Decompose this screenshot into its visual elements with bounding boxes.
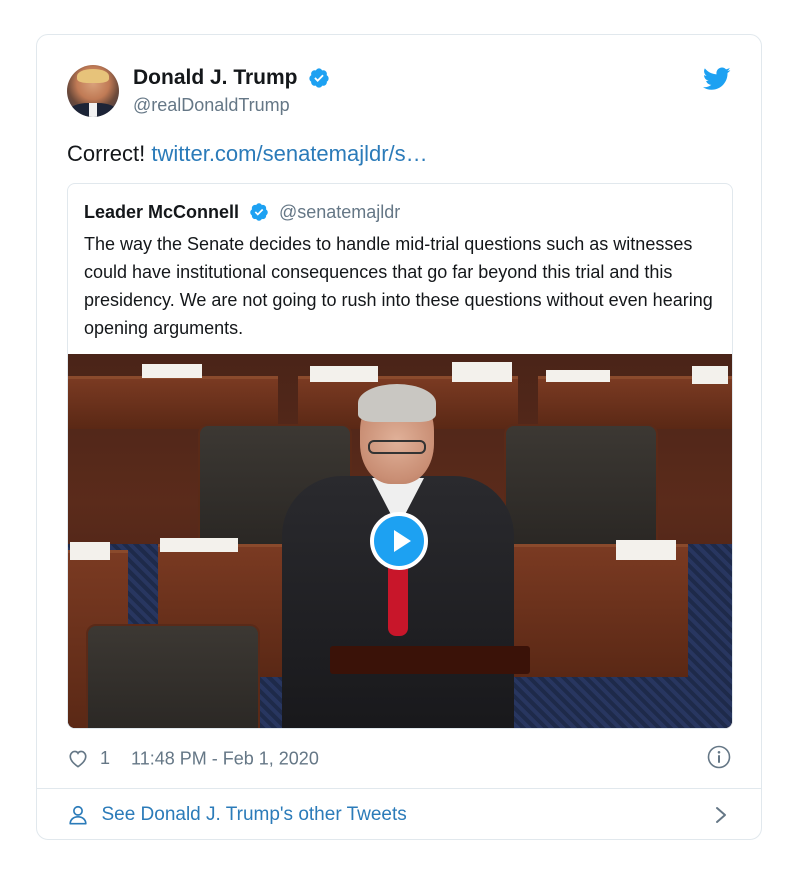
- podium: [330, 646, 530, 674]
- embedded-tweet-card: Donald J. Trump @realDonaldTrump Correct…: [36, 34, 762, 840]
- tweet-timestamp[interactable]: 11:48 PM - Feb 1, 2020: [131, 748, 319, 768]
- author-avatar[interactable]: [67, 65, 119, 117]
- quoted-tweet-text: The way the Senate decides to handle mid…: [84, 234, 713, 338]
- quoted-tweet[interactable]: Leader McConnell @senatemajldr The way t…: [67, 183, 733, 729]
- verified-badge-icon: [309, 68, 329, 88]
- senate-chair: [86, 624, 260, 728]
- tweet-link[interactable]: twitter.com/senatemajldr/s…: [151, 141, 427, 166]
- play-icon[interactable]: [370, 512, 428, 570]
- senate-desk: [508, 544, 688, 677]
- person-icon: [69, 805, 87, 825]
- quoted-tweet-header: Leader McConnell @senatemajldr: [84, 200, 400, 224]
- quoted-author-handle: @senatemajldr: [278, 202, 401, 222]
- quoted-author-display-name: Leader McConnell: [84, 202, 240, 222]
- twitter-bird-icon[interactable]: [703, 67, 731, 91]
- senate-chair: [504, 424, 658, 548]
- like-count: 1: [100, 748, 111, 769]
- quoted-tweet-video[interactable]: [68, 354, 732, 728]
- author-display-name[interactable]: Donald J. Trump: [133, 65, 298, 91]
- see-other-tweets-link[interactable]: See Donald J. Trump's other Tweets: [67, 801, 731, 829]
- senate-desk: [68, 376, 278, 429]
- tweet-meta: 1 11:48 PM - Feb 1, 2020: [67, 743, 319, 771]
- heart-icon[interactable]: [67, 748, 89, 768]
- author-handle[interactable]: @realDonaldTrump: [133, 93, 330, 117]
- chevron-right-icon: [716, 807, 726, 823]
- verified-badge-icon: [250, 203, 269, 221]
- info-icon[interactable]: [707, 745, 731, 769]
- tweet-text: Correct! twitter.com/senatemajldr/s…: [67, 139, 428, 169]
- tweet-header: Donald J. Trump @realDonaldTrump: [67, 65, 731, 119]
- tweet-body: Correct!: [67, 141, 152, 166]
- see-other-tweets-label: See Donald J. Trump's other Tweets: [101, 804, 407, 825]
- author-name-block: Donald J. Trump @realDonaldTrump: [133, 65, 330, 117]
- divider: [37, 788, 761, 789]
